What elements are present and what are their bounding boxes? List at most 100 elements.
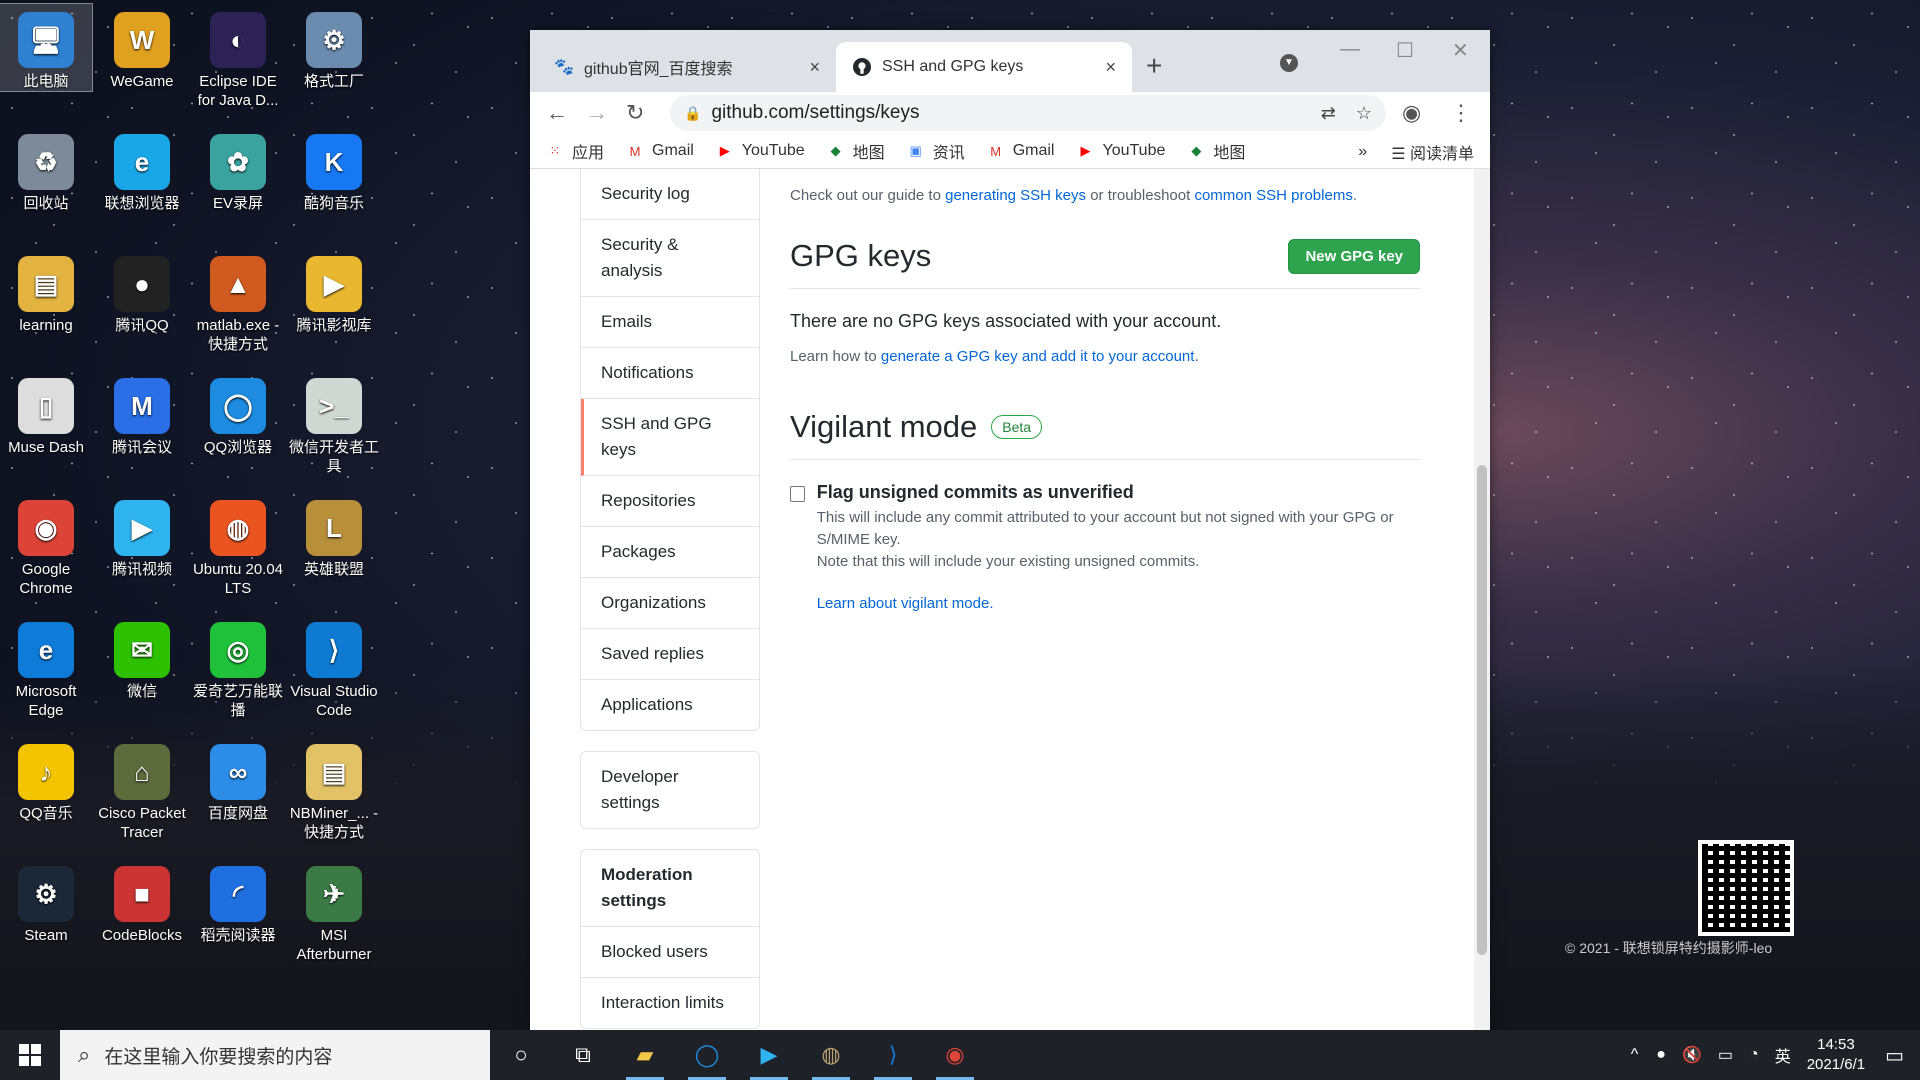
desktop-icon[interactable]: e 联想浏览器 [96, 126, 188, 213]
kebab-menu-icon[interactable]: ⋮ [1450, 100, 1472, 126]
bookmark-item[interactable]: ▣ 资讯 [907, 139, 965, 163]
tab-search-icon[interactable]: ▼ [1280, 54, 1298, 72]
task-view-icon[interactable]: ⧉ [552, 1030, 614, 1080]
sidebar-item-repositories[interactable]: Repositories [581, 476, 759, 527]
sidebar-item-packages[interactable]: Packages [581, 527, 759, 578]
desktop-icon[interactable]: ◐ Eclipse IDE for Java D... [192, 4, 284, 110]
flag-unsigned-label[interactable]: Flag unsigned commits as unverified [817, 482, 1420, 503]
sidebar-item-notifications[interactable]: Notifications [581, 348, 759, 399]
desktop-icon[interactable]: ▤ learning [0, 248, 92, 335]
new-gpg-key-button[interactable]: New GPG key [1288, 238, 1420, 274]
desktop-icon[interactable]: ▤ NBMiner_... - 快捷方式 [288, 736, 380, 842]
desktop-icon[interactable]: ◜ 稻壳阅读器 [192, 858, 284, 945]
desktop-icon[interactable]: ◉ Google Chrome [0, 492, 92, 598]
desktop-icon[interactable]: L 英雄联盟 [288, 492, 380, 579]
desktop-icon[interactable]: ▶ 腾讯视频 [96, 492, 188, 579]
profile-avatar-icon[interactable]: ◉ [1402, 100, 1421, 126]
qq-tray-icon[interactable]: ● [1656, 1046, 1666, 1064]
cisco-taskbar-icon[interactable]: ◍ [800, 1030, 862, 1080]
common-ssh-problems-link[interactable]: common SSH problems [1194, 187, 1352, 204]
mute-speaker-icon[interactable]: 🔇 [1682, 1045, 1702, 1065]
desktop-icon[interactable]: ✈ MSI Afterburner [288, 858, 380, 964]
bookmarks-more-icon[interactable]: » [1358, 143, 1367, 161]
desktop-icon[interactable]: ▲ matlab.exe - 快捷方式 [192, 248, 284, 354]
page-scrollbar[interactable] [1474, 169, 1490, 1030]
sidebar-item-security-analysis[interactable]: Security & analysis [581, 220, 759, 297]
desktop-icon[interactable]: ■ CodeBlocks [96, 858, 188, 945]
desktop-icon[interactable]: W WeGame [96, 4, 188, 91]
translate-icon[interactable]: ⇄ [1321, 103, 1336, 124]
new-tab-button[interactable]: + [1146, 50, 1162, 82]
generating-ssh-keys-link[interactable]: generating SSH keys [945, 187, 1086, 204]
desktop-icon[interactable]: ♪ QQ音乐 [0, 736, 92, 823]
desktop-icon[interactable]: ◯ QQ浏览器 [192, 370, 284, 457]
chevron-up-icon[interactable]: ^ [1631, 1046, 1639, 1064]
tab-ssh-gpg-keys[interactable]: SSH and GPG keys × [836, 42, 1132, 92]
notification-center-icon[interactable]: ▭ [1885, 1043, 1904, 1068]
vscode-taskbar-icon[interactable]: ⟩ [862, 1030, 924, 1080]
chrome-taskbar-icon[interactable]: ◉ [924, 1030, 986, 1080]
generate-gpg-key-link[interactable]: generate a GPG key and add it to your ac… [881, 348, 1195, 365]
sidebar-item-applications[interactable]: Applications [581, 680, 759, 730]
sidebar-item-security-log[interactable]: Security log [581, 169, 759, 220]
sidebar-item-saved-replies[interactable]: Saved replies [581, 629, 759, 680]
desktop-icon[interactable]: K 酷狗音乐 [288, 126, 380, 213]
sidebar-item-organizations[interactable]: Organizations [581, 578, 759, 629]
back-arrow-icon[interactable]: ← [546, 100, 568, 126]
desktop-icon[interactable]: e Microsoft Edge [0, 614, 92, 720]
bookmark-item[interactable]: ▶ YouTube [716, 142, 805, 160]
forward-arrow-icon[interactable]: → [586, 100, 608, 126]
desktop-icon[interactable]: ∞ 百度网盘 [192, 736, 284, 823]
desktop-icon[interactable]: ◎ 爱奇艺万能联播 [192, 614, 284, 720]
desktop-icon[interactable]: ⚙ 格式工厂 [288, 4, 380, 91]
bookmark-item[interactable]: M Gmail [987, 142, 1054, 160]
star-icon[interactable]: ☆ [1356, 103, 1372, 124]
desktop-icon[interactable]: ◍ Ubuntu 20.04 LTS [192, 492, 284, 598]
address-bar[interactable]: 🔒 github.com/settings/keys ⇄ ☆ [670, 95, 1386, 131]
battery-icon[interactable]: ▭ [1718, 1045, 1733, 1065]
bookmark-item[interactable]: ▶ YouTube [1076, 142, 1165, 160]
minimize-button[interactable]: — [1340, 38, 1360, 61]
desktop-icon[interactable]: ✿ EV录屏 [192, 126, 284, 213]
start-button[interactable] [0, 1030, 60, 1080]
tab-baidu-search[interactable]: 🐾 github官网_百度搜索 × [538, 42, 836, 92]
bookmark-item[interactable]: ◆ 地图 [827, 139, 885, 163]
close-icon[interactable]: × [1105, 57, 1116, 78]
learn-vigilant-mode-link[interactable]: Learn about vigilant mode. [817, 595, 994, 612]
clock[interactable]: 14:53 2021/6/1 [1807, 1035, 1865, 1075]
maximize-button[interactable]: ☐ [1396, 38, 1414, 63]
cortana-icon[interactable]: ○ [490, 1030, 552, 1080]
desktop-icon[interactable]: ▯ Muse Dash [0, 370, 92, 457]
file-explorer-icon[interactable]: ▰ [614, 1030, 676, 1080]
reload-icon[interactable]: ↻ [626, 100, 644, 126]
desktop-icon[interactable]: M 腾讯会议 [96, 370, 188, 457]
close-window-button[interactable]: ✕ [1452, 38, 1469, 63]
desktop-icon[interactable]: ⚙ Steam [0, 858, 92, 945]
maps-icon: ◆ [1191, 143, 1202, 158]
sidebar-item-developer-settings[interactable]: Developer settings [581, 752, 759, 828]
sidebar-item-blocked-users[interactable]: Blocked users [581, 927, 759, 978]
sidebar-item-interaction-limits[interactable]: Interaction limits [581, 978, 759, 1028]
wifi-icon[interactable]: ◔ [1749, 1046, 1759, 1064]
sidebar-item-ssh-and-gpg-keys[interactable]: SSH and GPG keys [581, 399, 759, 476]
desktop-icon[interactable]: >_ 微信开发者工具 [288, 370, 380, 476]
desktop-icon[interactable]: ♻ 回收站 [0, 126, 92, 213]
sidebar-item-emails[interactable]: Emails [581, 297, 759, 348]
bookmark-item[interactable]: M Gmail [626, 142, 694, 160]
desktop-icon[interactable]: ⌂ Cisco Packet Tracer [96, 736, 188, 842]
scrollbar-thumb[interactable] [1477, 465, 1487, 955]
desktop-icon[interactable]: ● 腾讯QQ [96, 248, 188, 335]
close-icon[interactable]: × [809, 57, 820, 78]
flag-unsigned-checkbox[interactable] [790, 486, 805, 502]
desktop-icon[interactable]: 🖥 此电脑 [0, 3, 93, 92]
desktop-icon[interactable]: ✉ 微信 [96, 614, 188, 701]
bookmark-item[interactable]: ◆ 地图 [1187, 139, 1245, 163]
reading-list-button[interactable]: ☰ 阅读清单 [1391, 140, 1474, 164]
ime-indicator[interactable]: 英 [1775, 1043, 1791, 1067]
desktop-icon[interactable]: ⟩ Visual Studio Code [288, 614, 380, 720]
qq-browser-taskbar-icon[interactable]: ◯ [676, 1030, 738, 1080]
desktop-icon[interactable]: ▶ 腾讯影视库 [288, 248, 380, 335]
taskbar-search-box[interactable]: ⌕ 在这里输入你要搜索的内容 [60, 1030, 490, 1080]
bookmark-item[interactable]: ⁙ 应用 [546, 139, 604, 163]
tencent-video-taskbar-icon[interactable]: ▶ [738, 1030, 800, 1080]
